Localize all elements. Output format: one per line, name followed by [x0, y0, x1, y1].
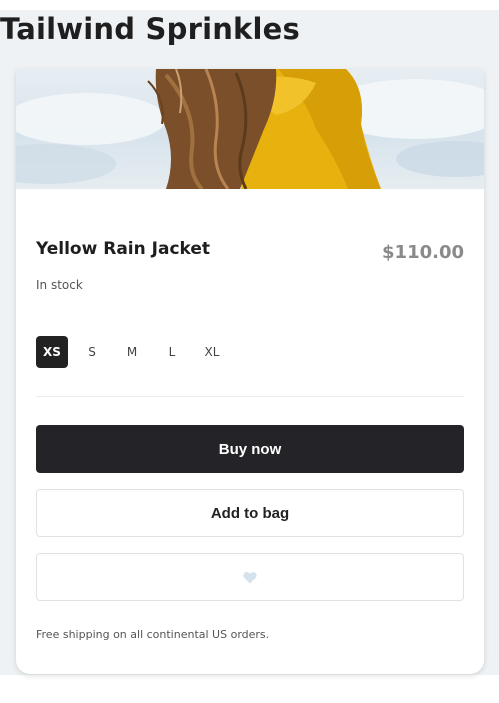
size-option-xl[interactable]: XL [196, 336, 228, 368]
size-option-s[interactable]: S [76, 336, 108, 368]
favorite-button[interactable] [36, 553, 464, 601]
shipping-note: Free shipping on all continental US orde… [36, 628, 270, 641]
buy-now-button[interactable]: Buy now [36, 425, 464, 473]
product-price: $110.00 [382, 242, 464, 263]
product-image [16, 69, 484, 189]
product-name: Yellow Rain Jacket [36, 239, 211, 259]
size-option-l[interactable]: L [156, 336, 188, 368]
size-option-xs[interactable]: XS [36, 336, 68, 368]
heart-icon [243, 571, 257, 583]
stock-status: In stock [36, 278, 83, 292]
product-card: Yellow Rain Jacket $110.00 In stock XS S… [16, 69, 484, 674]
divider [36, 396, 464, 397]
size-selector: XS S M L XL [36, 336, 228, 368]
add-to-bag-button[interactable]: Add to bag [36, 489, 464, 537]
size-option-m[interactable]: M [116, 336, 148, 368]
site-title: Tailwind Sprinkles [0, 12, 301, 46]
